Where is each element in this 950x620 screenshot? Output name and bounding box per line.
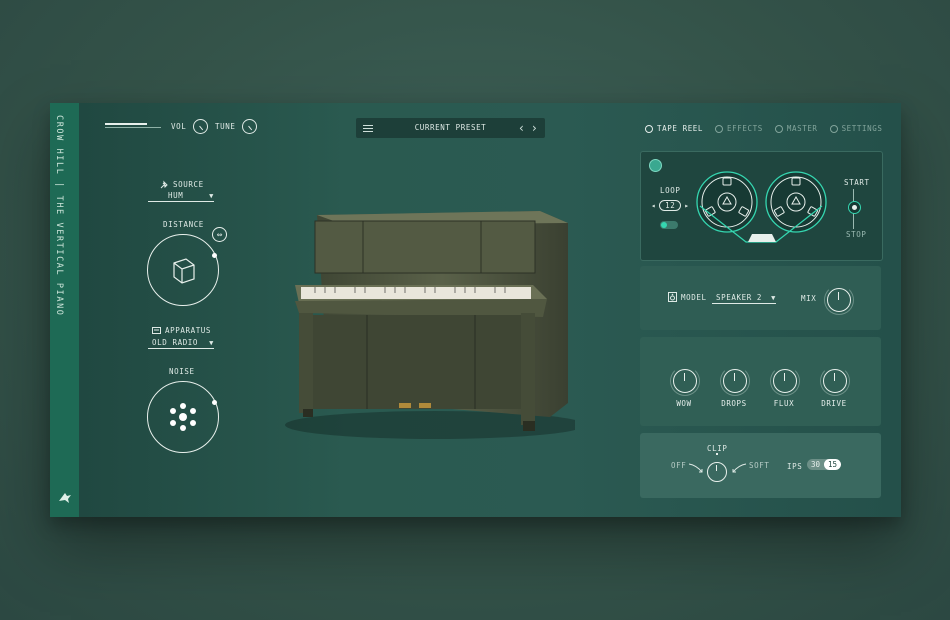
- distance-label: DISTANCE: [163, 220, 204, 229]
- apparatus-value: OLD RADIO: [152, 338, 199, 347]
- prev-preset-icon[interactable]: ‹: [519, 121, 524, 135]
- dots-icon: [170, 403, 196, 431]
- power-icon: [774, 124, 783, 133]
- power-icon: [829, 124, 838, 133]
- tab-bar: TAPE REEL EFFECTS MASTER SETTINGS: [645, 124, 883, 133]
- flux-label: FLUX: [773, 399, 795, 408]
- distance-knob[interactable]: [147, 234, 219, 306]
- ips-toggle[interactable]: 30 15: [807, 459, 842, 470]
- tape-reel-panel: LOOP ◂ 12 ▸ START STOP: [640, 151, 883, 261]
- brand-sidebar: CROW HILL | THE VERTICAL PIANO: [50, 103, 79, 517]
- loop-value: 12: [659, 200, 682, 211]
- vol-knob[interactable]: [193, 119, 208, 134]
- tab-tape-reel[interactable]: TAPE REEL: [645, 124, 703, 133]
- preset-selector[interactable]: CURRENT PRESET ‹ ›: [356, 118, 545, 138]
- preset-name: CURRENT PRESET: [414, 123, 487, 132]
- wow-label: WOW: [676, 399, 692, 408]
- drops-knob[interactable]: [720, 366, 750, 396]
- cube-icon: [173, 258, 195, 284]
- vol-label: VOL: [171, 122, 187, 131]
- model-dropdown[interactable]: SPEAKER 2 ▼: [712, 293, 776, 304]
- plugin-window: CROW HILL | THE VERTICAL PIANO VOL TUNE …: [50, 103, 901, 517]
- loop-stepper[interactable]: ◂ 12 ▸: [651, 200, 689, 211]
- clip-knob[interactable]: [707, 462, 727, 482]
- plug-icon: [160, 180, 168, 189]
- power-icon: [715, 124, 724, 133]
- tune-label: TUNE: [215, 122, 236, 131]
- radio-icon: [152, 327, 161, 334]
- volume-slider[interactable]: [105, 122, 161, 130]
- apparatus-dropdown[interactable]: OLD RADIO ▼: [148, 338, 214, 349]
- tab-label: TAPE REEL: [657, 124, 704, 133]
- source-value: HUM: [168, 191, 184, 200]
- source-label: SOURCE: [173, 180, 204, 189]
- stop-label: STOP: [846, 230, 867, 239]
- crow-logo-icon: [59, 493, 71, 503]
- noise-label: NOISE: [169, 367, 195, 376]
- mix-knob[interactable]: [824, 285, 854, 315]
- start-label: START: [844, 178, 870, 187]
- background: CROW HILL | THE VERTICAL PIANO VOL TUNE …: [0, 0, 950, 620]
- tab-effects[interactable]: EFFECTS: [715, 124, 763, 133]
- ips-option-15[interactable]: 15: [824, 459, 842, 470]
- noise-knob[interactable]: [147, 381, 219, 453]
- chevron-down-icon: ▼: [209, 338, 214, 347]
- model-value: SPEAKER 2: [716, 293, 763, 302]
- wow-knob[interactable]: [670, 366, 700, 396]
- drive-knob[interactable]: [820, 366, 850, 396]
- clip-label: CLIP: [707, 444, 728, 453]
- clip-panel: CLIP OFF SOFT IPS 30 15: [640, 433, 881, 498]
- chevron-left-icon[interactable]: ◂: [651, 201, 656, 210]
- ips-option-30[interactable]: 30: [807, 459, 824, 470]
- knob-indicator: [212, 253, 217, 258]
- tab-label: MASTER: [786, 124, 818, 133]
- apparatus-label: APPARATUS: [165, 326, 212, 335]
- power-icon: [645, 124, 653, 133]
- model-panel: MODEL SPEAKER 2 ▼ MIX: [640, 266, 881, 330]
- clip-soft-label: SOFT: [749, 461, 770, 470]
- knob-indicator: [212, 400, 217, 405]
- link-icon[interactable]: ⇔: [212, 227, 227, 242]
- arrow-icon: [688, 463, 703, 473]
- transport-switch[interactable]: [848, 201, 861, 214]
- model-label: MODEL: [681, 293, 707, 302]
- mix-label: MIX: [801, 294, 817, 303]
- loop-toggle[interactable]: [660, 221, 678, 229]
- next-preset-icon[interactable]: ›: [532, 121, 537, 135]
- brand-vertical-text: CROW HILL | THE VERTICAL PIANO: [54, 115, 64, 317]
- source-dropdown[interactable]: HUM ▼: [148, 191, 214, 202]
- chevron-down-icon: ▼: [771, 293, 776, 302]
- ips-label: IPS: [787, 462, 803, 471]
- power-button[interactable]: [649, 159, 662, 172]
- drive-label: DRIVE: [821, 399, 847, 408]
- tab-settings[interactable]: SETTINGS: [829, 124, 883, 133]
- drops-label: DROPS: [721, 399, 747, 408]
- tab-master[interactable]: MASTER: [774, 124, 818, 133]
- loop-label: LOOP: [660, 186, 681, 195]
- chevron-right-icon[interactable]: ▸: [684, 201, 689, 210]
- tab-label: EFFECTS: [727, 124, 763, 133]
- speaker-icon: [668, 292, 677, 302]
- tab-label: SETTINGS: [841, 124, 883, 133]
- clip-off-label: OFF: [671, 461, 687, 470]
- chevron-down-icon: ▼: [209, 191, 214, 200]
- tape-reels-icon: [696, 171, 827, 243]
- tune-knob[interactable]: [242, 119, 257, 134]
- piano-image: [285, 211, 575, 439]
- tape-knobs-panel: WOW DROPS FLUX DRIVE: [640, 337, 881, 426]
- flux-knob[interactable]: [770, 366, 800, 396]
- arrow-icon: [732, 463, 747, 473]
